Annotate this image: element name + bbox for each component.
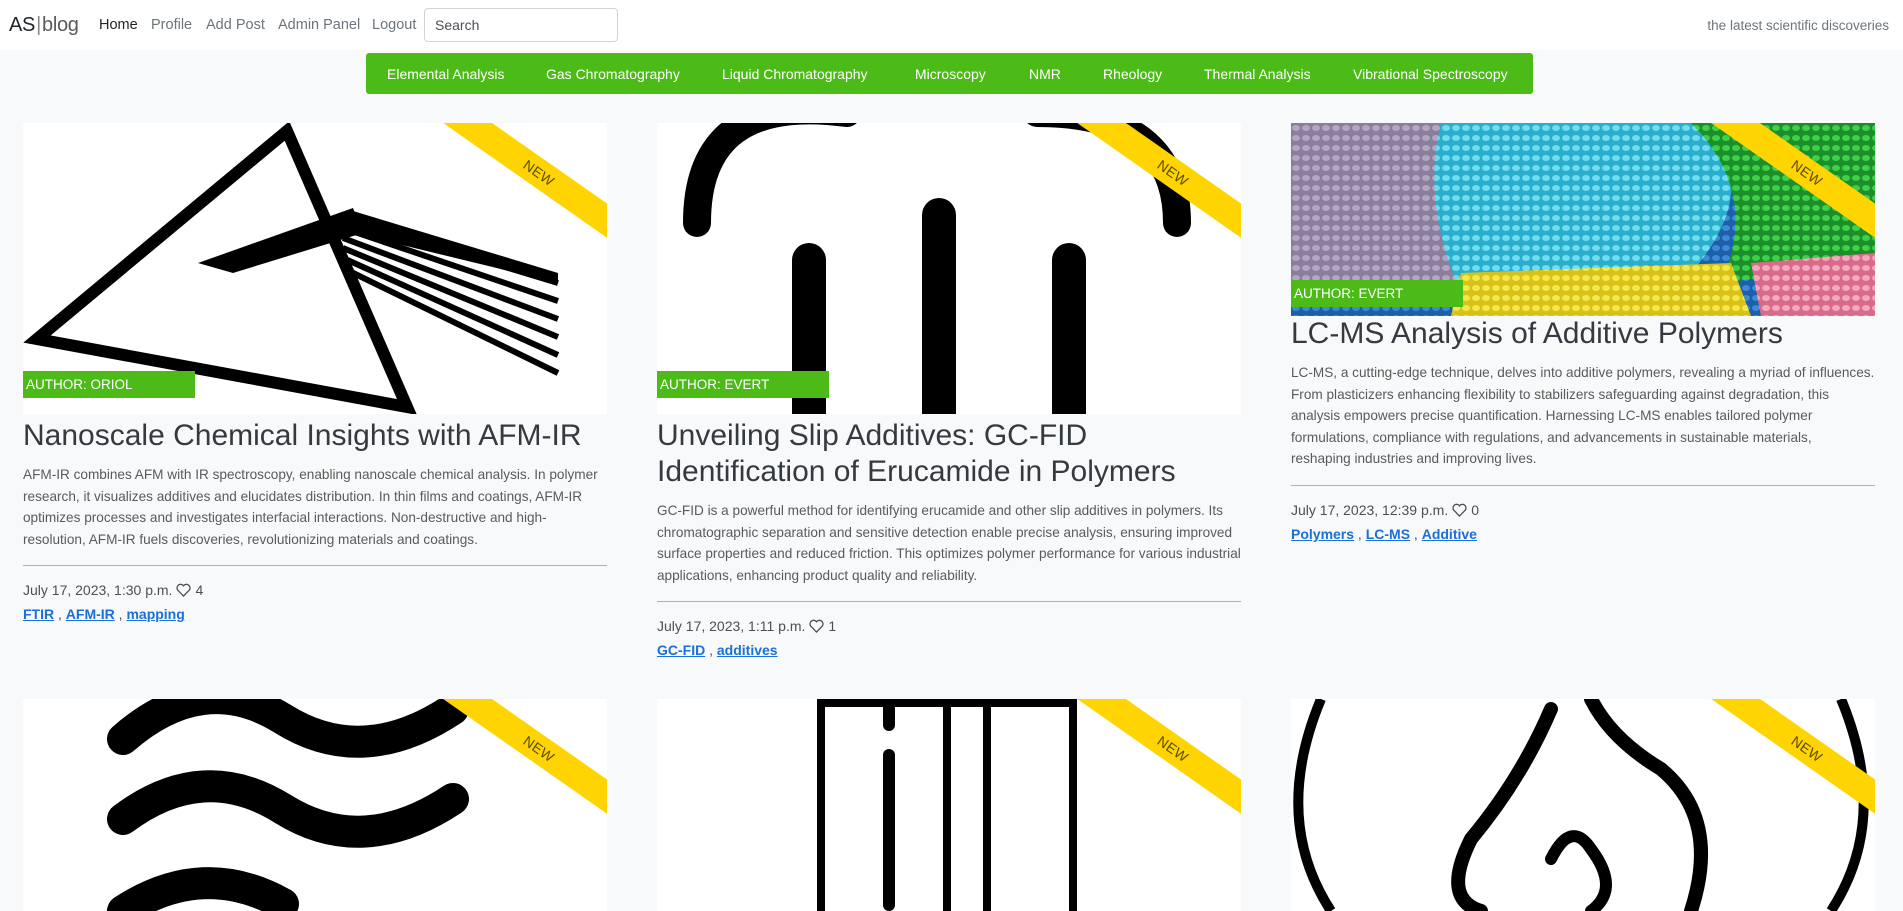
divider — [1291, 484, 1875, 486]
post-date: July 17, 2023, 1:30 p.m. — [23, 582, 173, 599]
tag-link[interactable]: LC-MS — [1366, 526, 1410, 542]
tag-link[interactable]: Polymers — [1291, 526, 1354, 542]
tag-link[interactable]: FTIR — [23, 606, 54, 622]
nav-profile[interactable]: Profile — [151, 17, 192, 33]
post-card: NEW AUTHOR: ORIOL Nanoscale Chemical Ins… — [23, 123, 607, 622]
post-tags: GC-FID , additives — [657, 642, 778, 659]
post-meta: July 17, 2023, 12:39 p.m. 0 — [1291, 502, 1875, 518]
post-excerpt: GC-FID is a powerful method for identify… — [657, 503, 1241, 583]
post-excerpt: LC-MS, a cutting-edge technique, delves … — [1291, 365, 1875, 467]
post-date: July 17, 2023, 1:11 p.m. — [657, 618, 806, 635]
category-thermal-analysis[interactable]: Thermal Analysis — [1204, 66, 1311, 82]
category-rheology[interactable]: Rheology — [1103, 66, 1162, 82]
post-card: NEW AUTHOR: EVERT Unveiling Slip Additiv… — [657, 123, 1241, 658]
search-input[interactable] — [424, 8, 618, 42]
author-badge: AUTHOR: ORIOL — [23, 371, 195, 398]
category-nmr[interactable]: NMR — [1029, 66, 1061, 82]
heart-icon[interactable] — [1452, 503, 1467, 517]
category-microscopy[interactable]: Microscopy — [915, 66, 986, 82]
tag-link[interactable]: GC-FID — [657, 642, 705, 658]
post-date: July 17, 2023, 12:39 p.m. — [1291, 501, 1449, 518]
like-count: 1 — [828, 618, 837, 635]
post-tags: Polymers , LC-MS , Additive — [1291, 525, 1477, 542]
tag-link[interactable]: AFM-IR — [66, 606, 115, 622]
post-thumbnail[interactable]: NEW AUTHOR: ORIOL — [23, 123, 607, 414]
post-title[interactable]: Nanoscale Chemical Insights with AFM-IR — [23, 418, 607, 454]
brand-part1: AS — [9, 14, 36, 36]
post-thumbnail[interactable]: NEW — [657, 699, 1241, 911]
brand-logo[interactable]: AS|blog — [9, 14, 79, 37]
tagline: the latest scientific discoveries — [1707, 18, 1889, 33]
heart-icon[interactable] — [809, 619, 825, 634]
nav-home[interactable]: Home — [99, 17, 138, 33]
post-title[interactable]: Unveiling Slip Additives: GC-FID Identif… — [657, 418, 1241, 490]
post-thumbnail[interactable]: NEW — [1291, 699, 1875, 911]
tag-link[interactable]: Additive — [1422, 526, 1477, 542]
tag-link[interactable]: mapping — [126, 606, 184, 622]
post-card: NEW — [1291, 699, 1875, 911]
nav-add-post[interactable]: Add Post — [206, 17, 265, 33]
author-badge: AUTHOR: EVERT — [657, 371, 829, 398]
category-liquid-chromatography[interactable]: Liquid Chromatography — [722, 66, 868, 82]
divider — [657, 601, 1241, 603]
post-card: NEW AUTHOR: EVERT LC-MS Analysis of Addi… — [1291, 123, 1875, 542]
post-meta: July 17, 2023, 1:11 p.m. 1 — [657, 618, 1241, 634]
category-gas-chromatography[interactable]: Gas Chromatography — [546, 66, 680, 82]
like-count: 0 — [1471, 501, 1480, 518]
divider — [23, 565, 607, 567]
category-bar: Elemental Analysis Gas Chromatography Li… — [366, 53, 1533, 94]
heart-icon[interactable] — [176, 583, 192, 598]
post-excerpt: AFM-IR combines AFM with IR spectroscopy… — [23, 467, 598, 547]
post-thumbnail[interactable]: NEW — [23, 699, 607, 911]
navbar: AS|blog Home Profile Add Post Admin Pane… — [0, 0, 1903, 50]
post-tags: FTIR , AFM-IR , mapping — [23, 606, 185, 623]
nav-logout[interactable]: Logout — [372, 17, 416, 33]
tag-link[interactable]: additives — [717, 642, 778, 658]
post-thumbnail[interactable]: NEW AUTHOR: EVERT — [657, 123, 1241, 414]
post-card: NEW — [23, 699, 607, 911]
brand-part2: blog — [42, 14, 79, 36]
author-badge: AUTHOR: EVERT — [1291, 280, 1463, 307]
like-count: 4 — [195, 582, 204, 599]
category-vibrational-spectroscopy[interactable]: Vibrational Spectroscopy — [1353, 66, 1508, 82]
category-elemental-analysis[interactable]: Elemental Analysis — [387, 66, 505, 82]
nav-admin-panel[interactable]: Admin Panel — [278, 17, 360, 33]
post-title[interactable]: LC-MS Analysis of Additive Polymers — [1291, 316, 1875, 352]
post-card: NEW — [657, 699, 1241, 911]
post-thumbnail[interactable]: NEW AUTHOR: EVERT — [1291, 123, 1875, 316]
post-meta: July 17, 2023, 1:30 p.m. 4 — [23, 582, 607, 598]
